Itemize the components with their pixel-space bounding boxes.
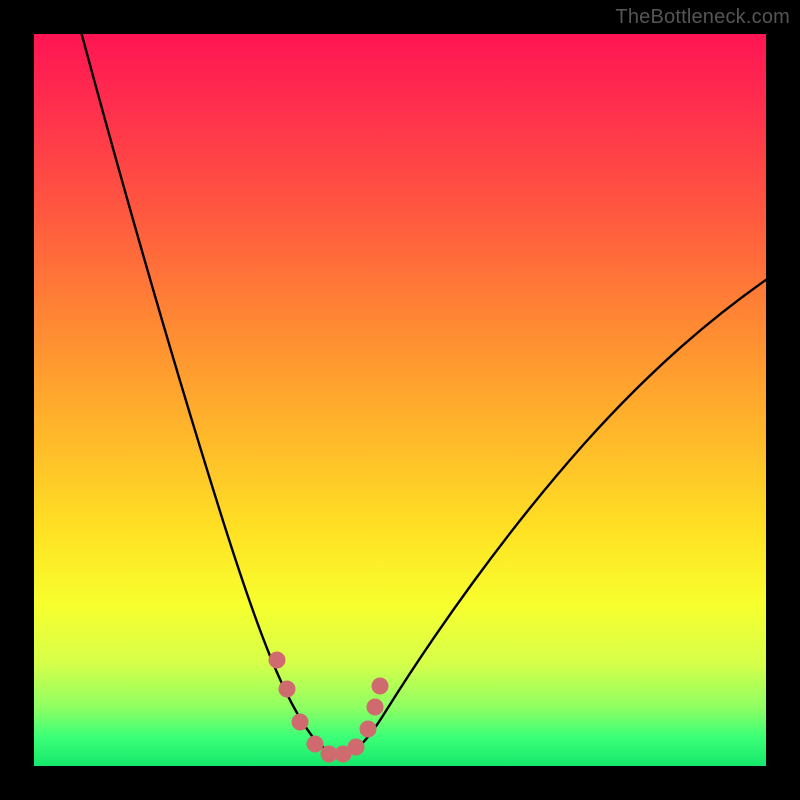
watermark-text: TheBottleneck.com — [615, 6, 790, 29]
curve-right-branch — [334, 277, 766, 756]
chart-frame: TheBottleneck.com — [0, 0, 800, 800]
plot-area — [34, 34, 766, 766]
valley-markers — [269, 652, 388, 762]
bottleneck-curve — [34, 34, 766, 766]
curve-left-branch — [80, 34, 344, 756]
